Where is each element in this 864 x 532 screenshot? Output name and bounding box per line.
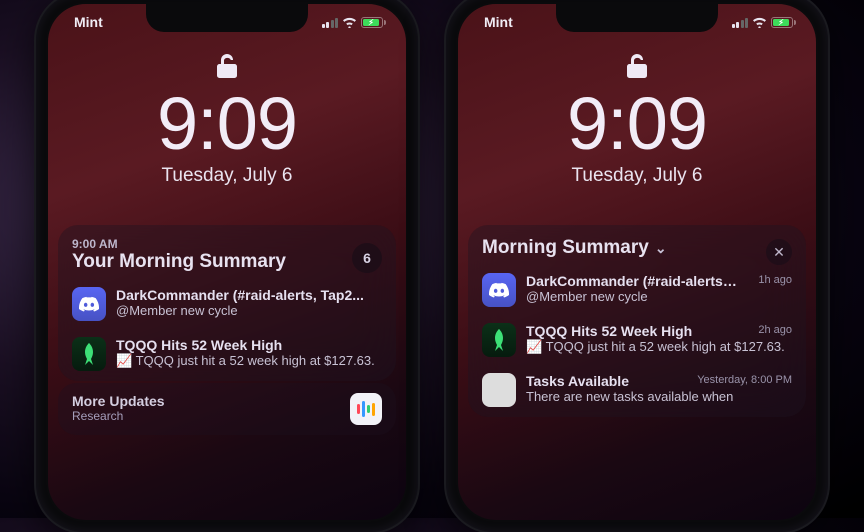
notification-title: TQQQ Hits 52 Week High <box>116 337 382 353</box>
notification-item[interactable]: DarkCommander (#raid-alerts, Tap2... @Me… <box>72 281 382 331</box>
summary-count-badge[interactable]: 6 <box>352 243 382 273</box>
unlock-icon <box>216 52 238 85</box>
more-updates-card[interactable]: More Updates Research <box>58 383 396 435</box>
unlock-icon <box>626 52 648 85</box>
notification-item[interactable]: DarkCommander (#raid-alerts, T... @Membe… <box>482 267 792 317</box>
notification-item[interactable]: Tasks Available There are new tasks avai… <box>482 367 792 417</box>
screen-left: Mint ⚡︎ 9:09 Tuesday, July 6 <box>48 4 406 520</box>
status-icons: ⚡︎ <box>732 17 797 28</box>
summary-title: Your Morning Summary <box>72 251 382 273</box>
phone-pair: Mint ⚡︎ 9:09 Tuesday, July 6 <box>0 0 864 532</box>
app-icon <box>482 373 516 407</box>
summary-title[interactable]: Morning Summary ⌄ <box>482 237 792 259</box>
discord-icon <box>72 287 106 321</box>
notification-text: @Member new cycle <box>526 289 792 306</box>
chevron-down-icon: ⌄ <box>655 240 667 257</box>
summary-title-text: Morning Summary <box>482 237 649 259</box>
lock-time: 9:09 <box>458 87 816 161</box>
notification-title: DarkCommander (#raid-alerts, Tap2... <box>116 287 382 303</box>
notification-time: 2h ago <box>758 324 792 336</box>
notch <box>146 4 308 32</box>
summary-overline: 9:00 AM <box>72 237 382 251</box>
notification-time: Yesterday, 8:00 PM <box>697 374 792 386</box>
notification-text: 📈 TQQQ just hit a 52 week high at $127.6… <box>116 353 382 370</box>
status-icons: ⚡︎ <box>322 17 387 28</box>
more-updates-subtitle: Research <box>72 409 165 423</box>
notch <box>556 4 718 32</box>
carrier-label: Mint <box>68 14 103 30</box>
summary-header: Morning Summary ⌄ ✕ <box>482 237 792 259</box>
notification-text: 📈 TQQQ just hit a 52 week high at $127.6… <box>526 339 792 356</box>
robinhood-icon <box>72 337 106 371</box>
more-updates-title: More Updates <box>72 393 165 409</box>
lock-time: 9:09 <box>48 87 406 161</box>
notification-item[interactable]: TQQQ Hits 52 Week High 📈 TQQQ just hit a… <box>72 331 382 381</box>
close-summary-button[interactable]: ✕ <box>766 239 792 265</box>
battery-icon: ⚡︎ <box>771 17 796 28</box>
notification-text: @Member new cycle <box>116 303 382 320</box>
cellular-signal-icon <box>322 17 339 28</box>
cellular-signal-icon <box>732 17 749 28</box>
phone-left: Mint ⚡︎ 9:09 Tuesday, July 6 <box>36 0 418 532</box>
notification-time: 1h ago <box>758 274 792 286</box>
wifi-icon <box>752 17 767 28</box>
phone-right: Mint ⚡︎ 9:09 Tuesday, July 6 <box>446 0 828 532</box>
robinhood-icon <box>482 323 516 357</box>
screen-right: Mint ⚡︎ 9:09 Tuesday, July 6 <box>458 4 816 520</box>
summary-header: 9:00 AM Your Morning Summary 6 <box>72 237 382 273</box>
notification-title: DarkCommander (#raid-alerts, T... <box>526 273 738 289</box>
morning-summary-card[interactable]: 9:00 AM Your Morning Summary 6 DarkComma… <box>58 225 396 381</box>
lock-date: Tuesday, July 6 <box>48 165 406 187</box>
wifi-icon <box>342 17 357 28</box>
shortcuts-icon <box>350 393 382 425</box>
notification-item[interactable]: TQQQ Hits 52 Week High 📈 TQQQ just hit a… <box>482 317 792 367</box>
notification-title: TQQQ Hits 52 Week High <box>526 323 738 339</box>
carrier-label: Mint <box>478 14 513 30</box>
notification-text: There are new tasks available when <box>526 389 792 406</box>
battery-icon: ⚡︎ <box>361 17 386 28</box>
lock-date: Tuesday, July 6 <box>458 165 816 187</box>
discord-icon <box>482 273 516 307</box>
morning-summary-card[interactable]: Morning Summary ⌄ ✕ DarkCommander (#raid… <box>468 225 806 417</box>
